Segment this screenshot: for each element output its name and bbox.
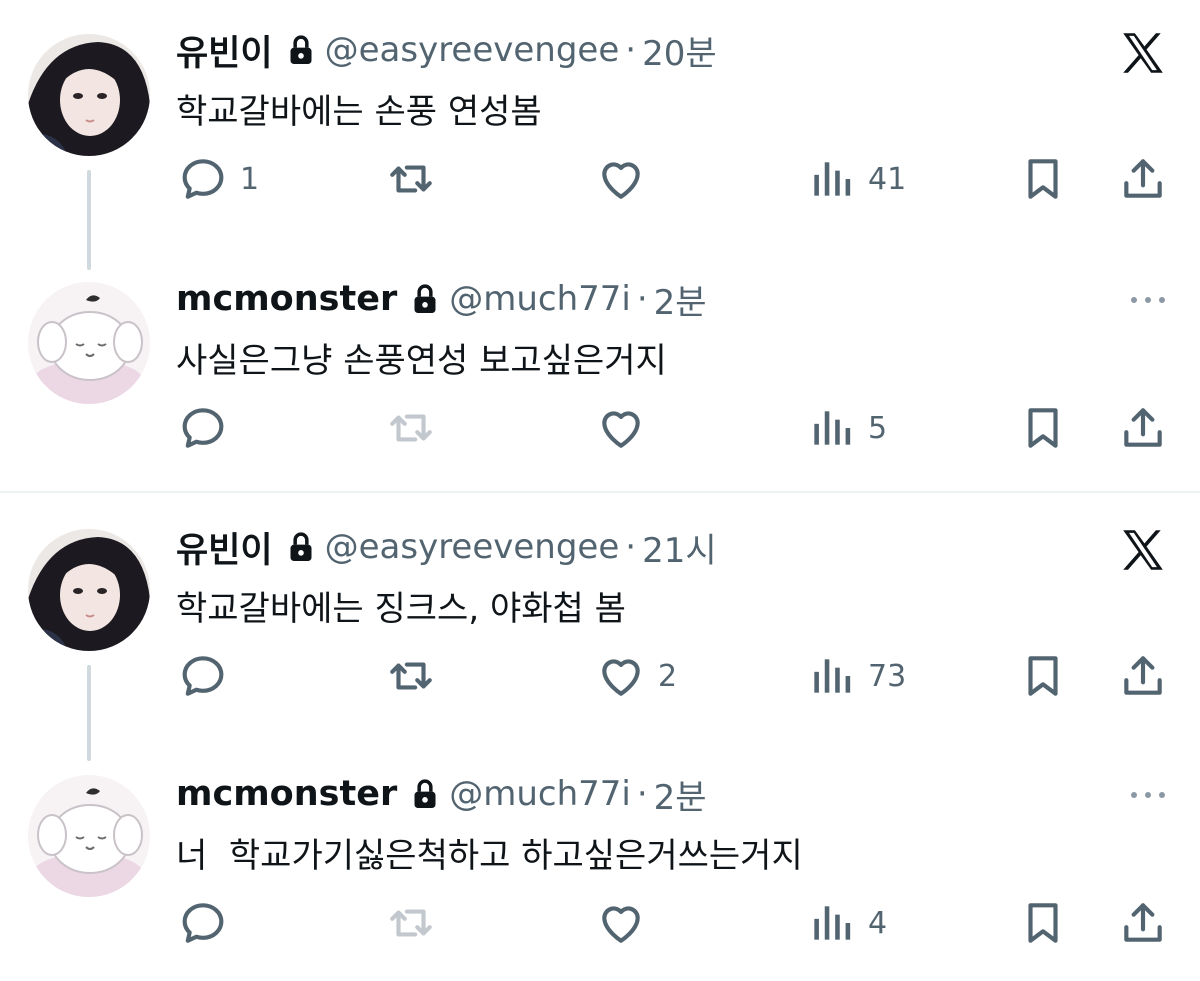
handle[interactable]: @easyreevengee	[325, 527, 620, 567]
bookmark-icon	[1018, 154, 1068, 204]
reply-icon	[178, 898, 228, 948]
like-button[interactable]	[596, 403, 658, 453]
views-button[interactable]: 41	[806, 154, 906, 204]
retweet-icon	[386, 898, 436, 948]
separator-dot: ·	[625, 527, 637, 567]
retweet-button	[386, 403, 448, 453]
reply-icon	[178, 403, 228, 453]
avatar[interactable]	[28, 34, 150, 156]
views-icon	[806, 651, 856, 701]
x-logo-icon	[1118, 525, 1168, 575]
bookmark-icon	[1018, 898, 1068, 948]
bookmark-button[interactable]	[1018, 898, 1068, 948]
reply-button[interactable]	[178, 898, 240, 948]
avatar[interactable]	[28, 775, 150, 897]
more-icon[interactable]	[1128, 290, 1168, 310]
timestamp[interactable]: 2분	[654, 770, 707, 819]
handle[interactable]: @easyreevengee	[325, 30, 620, 70]
display-name[interactable]: mcmonster	[176, 774, 397, 814]
retweet-button	[386, 898, 448, 948]
heart-icon	[596, 898, 646, 948]
more-icon[interactable]	[1128, 785, 1168, 805]
share-icon	[1118, 651, 1168, 701]
tweet-reply-1[interactable]: mcmonster @much77i · 2분 사실은그냥 손풍연성 보고싶은거…	[0, 245, 1200, 490]
tweet-reply-2[interactable]: mcmonster @much77i · 2분 너 학교가기싫은척하고 하고싶은…	[0, 738, 1200, 981]
share-icon	[1118, 154, 1168, 204]
views-button[interactable]: 73	[806, 651, 906, 701]
reply-icon	[178, 154, 228, 204]
retweet-icon	[386, 403, 436, 453]
share-button[interactable]	[1118, 403, 1168, 453]
lock-icon	[411, 777, 439, 811]
share-icon	[1118, 898, 1168, 948]
share-button[interactable]	[1118, 898, 1168, 948]
avatar[interactable]	[28, 529, 150, 651]
views-count: 73	[868, 658, 907, 694]
views-icon	[806, 898, 856, 948]
bookmark-button[interactable]	[1018, 154, 1068, 204]
bookmark-icon	[1018, 403, 1068, 453]
display-name[interactable]: mcmonster	[176, 279, 397, 319]
lock-icon	[287, 530, 315, 564]
retweet-icon	[386, 651, 436, 701]
reply-button[interactable]	[178, 651, 240, 701]
share-icon	[1118, 403, 1168, 453]
heart-icon	[596, 154, 646, 204]
reply-button[interactable]: 1	[178, 154, 259, 204]
bookmark-icon	[1018, 651, 1068, 701]
bookmark-button[interactable]	[1018, 651, 1068, 701]
views-count: 4	[868, 905, 888, 941]
tweet-text: 사실은그냥 손풍연성 보고싶은거지	[176, 341, 667, 381]
share-button[interactable]	[1118, 154, 1168, 204]
like-button[interactable]: 2	[596, 651, 677, 701]
tweet-header: mcmonster @much77i · 2분	[176, 275, 707, 324]
timestamp[interactable]: 21시	[642, 523, 717, 572]
bookmark-button[interactable]	[1018, 403, 1068, 453]
tweet-text: 학교갈바에는 손풍 연성봄	[176, 92, 542, 132]
timestamp[interactable]: 20분	[642, 26, 717, 75]
retweet-button[interactable]	[386, 154, 448, 204]
retweet-button[interactable]	[386, 651, 448, 701]
handle[interactable]: @much77i	[449, 774, 631, 814]
tweet-text: 학교갈바에는 징크스, 야화첩 봄	[176, 589, 626, 629]
views-count: 5	[868, 410, 888, 446]
reply-icon	[178, 651, 228, 701]
views-count: 41	[868, 161, 907, 197]
like-count: 2	[658, 658, 678, 694]
separator-dot: ·	[625, 30, 637, 70]
tweet-header: mcmonster @much77i · 2분	[176, 770, 707, 819]
tweet-source-2[interactable]: 유빈이 @easyreevengee · 21시 학교갈바에는 징크스, 야화첩…	[0, 493, 1200, 761]
heart-icon	[596, 403, 646, 453]
views-button[interactable]: 4	[806, 898, 887, 948]
views-button[interactable]: 5	[806, 403, 887, 453]
avatar[interactable]	[28, 282, 150, 404]
lock-icon	[287, 33, 315, 67]
share-button[interactable]	[1118, 651, 1168, 701]
tweet-header: 유빈이 @easyreevengee · 21시	[176, 523, 717, 572]
tweet-header: 유빈이 @easyreevengee · 20분	[176, 26, 717, 75]
like-button[interactable]	[596, 898, 658, 948]
reply-button[interactable]	[178, 403, 240, 453]
views-icon	[806, 403, 856, 453]
handle[interactable]: @much77i	[449, 279, 631, 319]
views-icon	[806, 154, 856, 204]
lock-icon	[411, 282, 439, 316]
retweet-icon	[386, 154, 436, 204]
separator-dot: ·	[636, 774, 648, 814]
separator-dot: ·	[636, 279, 648, 319]
like-button[interactable]	[596, 154, 658, 204]
heart-icon	[596, 651, 646, 701]
x-logo-icon	[1118, 28, 1168, 78]
timestamp[interactable]: 2분	[654, 275, 707, 324]
tweet-text: 너 학교가기싫은척하고 하고싶은거쓰는거지	[176, 836, 803, 876]
display-name[interactable]: 유빈이	[176, 25, 273, 76]
reply-count: 1	[240, 161, 260, 197]
tweet-source-1[interactable]: 유빈이 @easyreevengee · 20분 학교갈바에는 손풍 연성봄 1…	[0, 0, 1200, 270]
display-name[interactable]: 유빈이	[176, 522, 273, 573]
